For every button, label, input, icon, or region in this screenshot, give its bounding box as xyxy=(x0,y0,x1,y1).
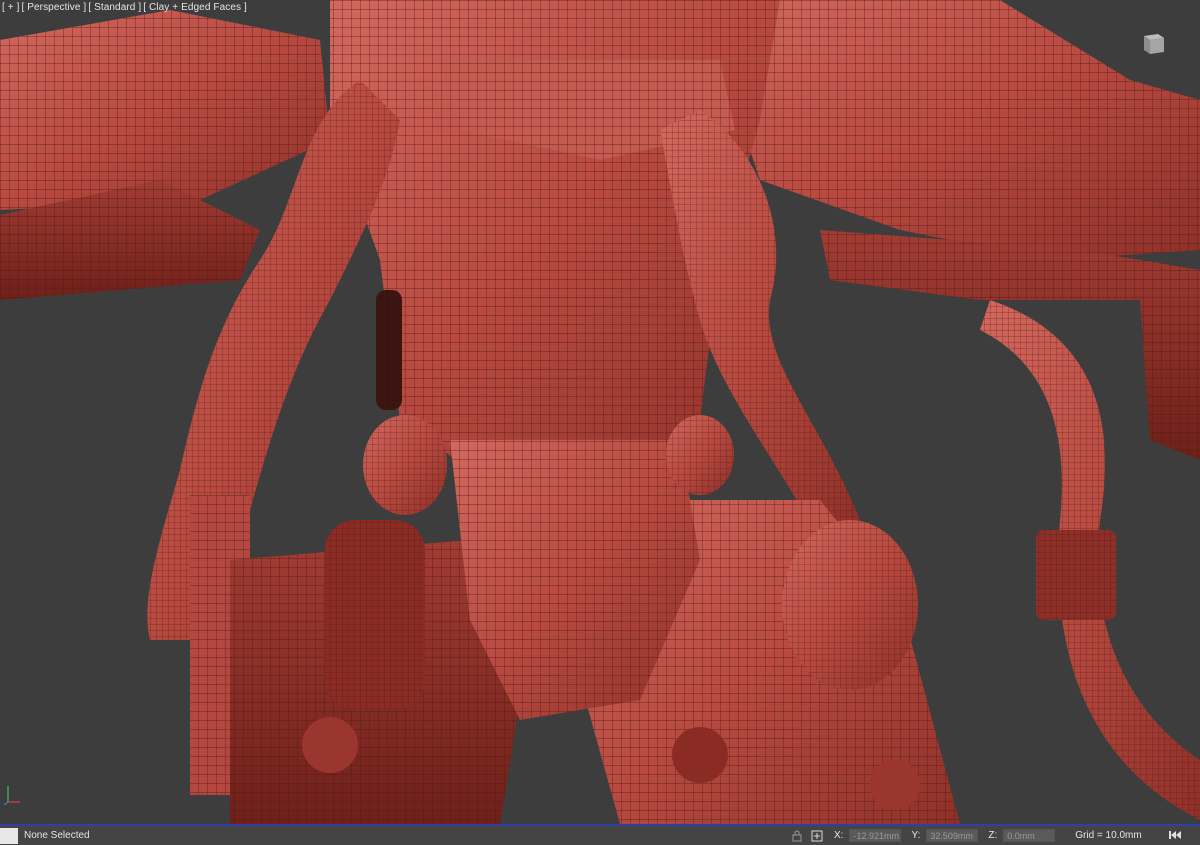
clay-mesh-render xyxy=(0,0,1200,824)
status-bar: None Selected X: -12.921mm Y: 32.509mm Z… xyxy=(0,824,1200,845)
z-coordinate-label: Z: xyxy=(988,830,998,841)
x-coordinate-label: X: xyxy=(834,830,844,841)
viewport-shading-menu[interactable]: [ Clay + Edged Faces ] xyxy=(143,2,247,13)
grid-size-text: Grid = 10.0mm xyxy=(1075,830,1142,841)
y-coordinate-label: Y: xyxy=(911,830,921,841)
viewcube-icon[interactable] xyxy=(1138,30,1168,56)
z-coordinate-field[interactable]: 0.0mm xyxy=(1003,829,1056,842)
viewport-standard-menu[interactable]: [ Standard ] xyxy=(88,2,141,13)
viewport-general-menu[interactable]: [ + ] xyxy=(2,2,19,13)
3d-viewport[interactable]: [ + ] [ Perspective ] [ Standard ] [ Cla… xyxy=(0,0,1200,824)
coordinate-display: X: -12.921mm Y: 32.509mm Z: 0.0mm Grid =… xyxy=(790,826,1142,845)
selection-status-text: None Selected xyxy=(24,830,90,841)
selection-swatch[interactable] xyxy=(0,827,18,844)
absolute-mode-icon[interactable] xyxy=(810,829,824,843)
lock-icon[interactable] xyxy=(790,829,804,843)
axis-gizmo-icon xyxy=(2,778,26,806)
viewport-point-of-view-menu[interactable]: [ Perspective ] xyxy=(21,2,86,13)
go-to-start-icon[interactable] xyxy=(1168,827,1182,843)
y-coordinate-field[interactable]: 32.509mm xyxy=(926,829,979,842)
x-coordinate-field[interactable]: -12.921mm xyxy=(849,829,902,842)
viewport-label-menu: [ + ] [ Perspective ] [ Standard ] [ Cla… xyxy=(2,2,247,13)
